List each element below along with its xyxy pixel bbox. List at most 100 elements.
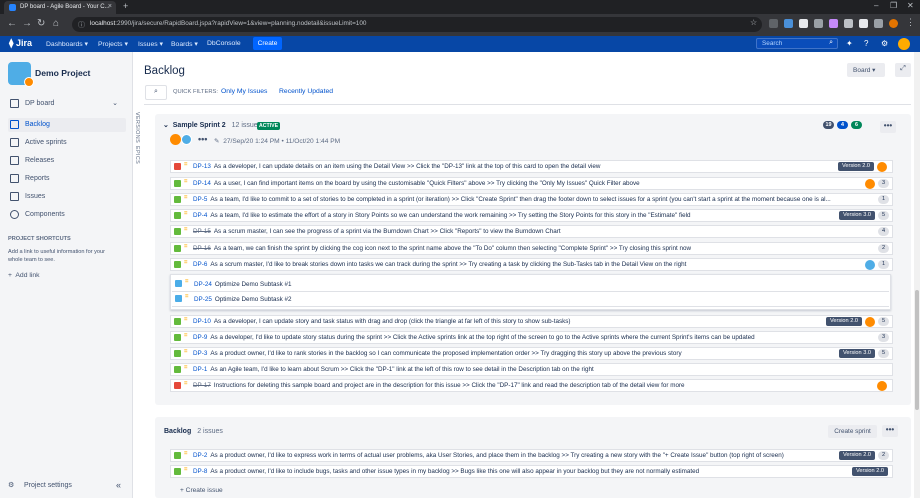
fix-version-label[interactable]: Version 3.0 (839, 211, 875, 220)
back-arrow-icon[interactable]: ← (7, 18, 17, 29)
add-link-button[interactable]: + Add link (8, 272, 40, 279)
close-tab-icon[interactable]: × (108, 3, 112, 10)
epics-tab[interactable]: EPICS (134, 146, 140, 164)
nav-issues[interactable]: Issues ▾ (138, 40, 163, 48)
create-issue-button[interactable]: + Create issue (180, 487, 223, 494)
sidebar-item-reports[interactable]: Reports (8, 172, 126, 186)
bookmark-star-icon[interactable]: ☆ (750, 18, 757, 27)
subtask-row[interactable]: = DP-24 Optimize Demo Subtask #1 (172, 277, 889, 292)
nav-dbconsole[interactable]: DbConsole (207, 40, 241, 47)
more-icon[interactable]: ••• (198, 134, 207, 144)
avatar[interactable] (170, 134, 181, 145)
sprint-actions-button[interactable]: ••• (880, 121, 896, 133)
issue-row[interactable]: = DP-2 As a product owner, I'd like to exp… (170, 449, 893, 462)
browser-tab[interactable]: DP board - Agile Board - Your C... × (4, 1, 116, 14)
issue-key[interactable]: DP-2 (193, 452, 207, 459)
settings-gear-icon[interactable]: ⚙ (881, 39, 888, 48)
issue-key[interactable]: DP-5 (193, 196, 207, 203)
extension-icon[interactable] (799, 19, 808, 28)
profile-avatar[interactable] (889, 19, 898, 28)
issue-key[interactable]: DP-1 (193, 366, 207, 373)
sidebar-item-issues[interactable]: Issues (8, 190, 126, 204)
maximize-icon[interactable]: ❐ (890, 1, 897, 10)
jira-search-input[interactable]: Search ⌕ (756, 38, 838, 49)
edit-icon[interactable]: ✎ (214, 138, 220, 145)
issue-row[interactable]: = DP-13 As a developer, I can update detai… (170, 160, 893, 173)
issue-key[interactable]: DP-17 (193, 382, 211, 389)
reload-icon[interactable]: ↻ (37, 18, 45, 29)
home-icon[interactable]: ⌂ (53, 18, 59, 29)
fix-version-label[interactable]: Version 3.0 (839, 349, 875, 358)
sidebar-item-components[interactable]: Components (8, 208, 126, 222)
sidebar-item-dp-board[interactable]: DP board ⌄ (8, 97, 126, 111)
sidebar-item-active-sprints[interactable]: Active sprints (8, 136, 126, 150)
nav-dashboards[interactable]: Dashboards ▾ (46, 40, 88, 48)
quick-filter-recently-updated[interactable]: Recently Updated (279, 88, 333, 95)
fix-version-label[interactable]: Version 2.0 (852, 467, 888, 476)
new-tab-icon[interactable]: + (123, 1, 128, 11)
extension-icon[interactable] (769, 19, 778, 28)
issue-key[interactable]: DP-14 (193, 180, 211, 187)
issue-row[interactable]: = DP-3 As a product owner, I'd like to ran… (170, 347, 893, 360)
issue-key[interactable]: DP-4 (193, 212, 207, 219)
issue-key[interactable]: DP-6 (193, 261, 207, 268)
project-settings-link[interactable]: ⚙ Project settings (8, 481, 72, 489)
create-sprint-button[interactable]: Create sprint (828, 425, 877, 438)
backlog-search-button[interactable]: ⌕ (145, 85, 167, 100)
media-icon[interactable] (874, 19, 883, 28)
issue-key[interactable]: DP-10 (193, 318, 211, 325)
minimize-icon[interactable]: – (874, 1, 878, 10)
sidebar-item-backlog[interactable]: Backlog (8, 118, 126, 132)
fullscreen-icon[interactable]: ⤢ (895, 63, 911, 77)
browser-menu-icon[interactable]: ⋮ (906, 17, 915, 28)
scrollbar-thumb[interactable] (915, 290, 919, 410)
issue-row[interactable]: = DP-5 As a team, I'd like to commit to a … (170, 193, 893, 206)
issue-row[interactable]: = DP-8 As a product owner, I'd like to inc… (170, 465, 893, 478)
assignee-avatar[interactable] (865, 260, 875, 270)
forward-arrow-icon[interactable]: → (22, 18, 32, 29)
extension-icon[interactable] (784, 19, 793, 28)
backlog-actions-button[interactable]: ••• (882, 425, 898, 437)
jira-logo[interactable]: ⧫ Jira (9, 38, 32, 49)
issue-key[interactable]: DP-8 (193, 468, 207, 475)
assignee-avatar[interactable] (865, 179, 875, 189)
assignee-avatar[interactable] (877, 162, 887, 172)
nav-boards[interactable]: Boards ▾ (171, 40, 198, 48)
subtask-row[interactable]: = DP-25 Optimize Demo Subtask #2 (172, 292, 889, 307)
sidebar-item-releases[interactable]: Releases (8, 154, 126, 168)
chevron-down-icon[interactable]: ⌄ (163, 122, 169, 129)
sprint-header[interactable]: ⌄ Sample Sprint 2 12 issues (163, 121, 261, 129)
issue-key[interactable]: DP-3 (193, 350, 207, 357)
help-icon[interactable]: ? (864, 39, 868, 48)
issue-key[interactable]: DP-16 (193, 245, 211, 252)
address-bar[interactable]: ⓘ localhost:2990/jira/secure/RapidBoard.… (72, 17, 762, 32)
extension-icon[interactable] (814, 19, 823, 28)
user-avatar[interactable] (898, 38, 910, 50)
extension-icon[interactable] (844, 19, 853, 28)
issue-row[interactable]: = DP-4 As a team, I'd like to estimate the… (170, 209, 893, 222)
notifications-icon[interactable]: ✦ (846, 39, 853, 48)
board-dropdown-button[interactable]: Board ▾ (847, 63, 885, 77)
collapse-sidebar-icon[interactable]: « (116, 480, 121, 490)
issue-key[interactable]: DP-15 (193, 228, 211, 235)
scrollbar[interactable] (914, 52, 920, 498)
issue-key[interactable]: DP-13 (193, 163, 211, 170)
issue-row[interactable]: = DP-6 As a scrum master, I'd like to brea… (170, 258, 893, 271)
issue-row[interactable]: = DP-9 As a developer, I'd like to update … (170, 331, 893, 344)
subtask-key[interactable]: DP-24 (194, 281, 212, 288)
create-button[interactable]: Create (253, 37, 282, 50)
issue-row[interactable]: = DP-10 As a developer, I can update story… (170, 315, 893, 328)
issue-row[interactable]: = DP-14 As a user, I can find important it… (170, 177, 893, 190)
avatar[interactable] (181, 134, 192, 145)
puzzle-extensions-icon[interactable] (859, 19, 868, 28)
subtask-key[interactable]: DP-25 (194, 296, 212, 303)
fix-version-label[interactable]: Version 2.0 (839, 451, 875, 460)
versions-tab[interactable]: VERSIONS (134, 112, 140, 143)
assignee-avatar[interactable] (865, 317, 875, 327)
quick-filter-only-my-issues[interactable]: Only My Issues (221, 88, 267, 95)
issue-key[interactable]: DP-9 (193, 334, 207, 341)
project-name[interactable]: Demo Project (35, 68, 90, 78)
project-avatar[interactable] (8, 62, 34, 87)
extension-icon[interactable] (829, 19, 838, 28)
issue-row[interactable]: = DP-16 As a team, we can finish the sprin… (170, 242, 893, 255)
